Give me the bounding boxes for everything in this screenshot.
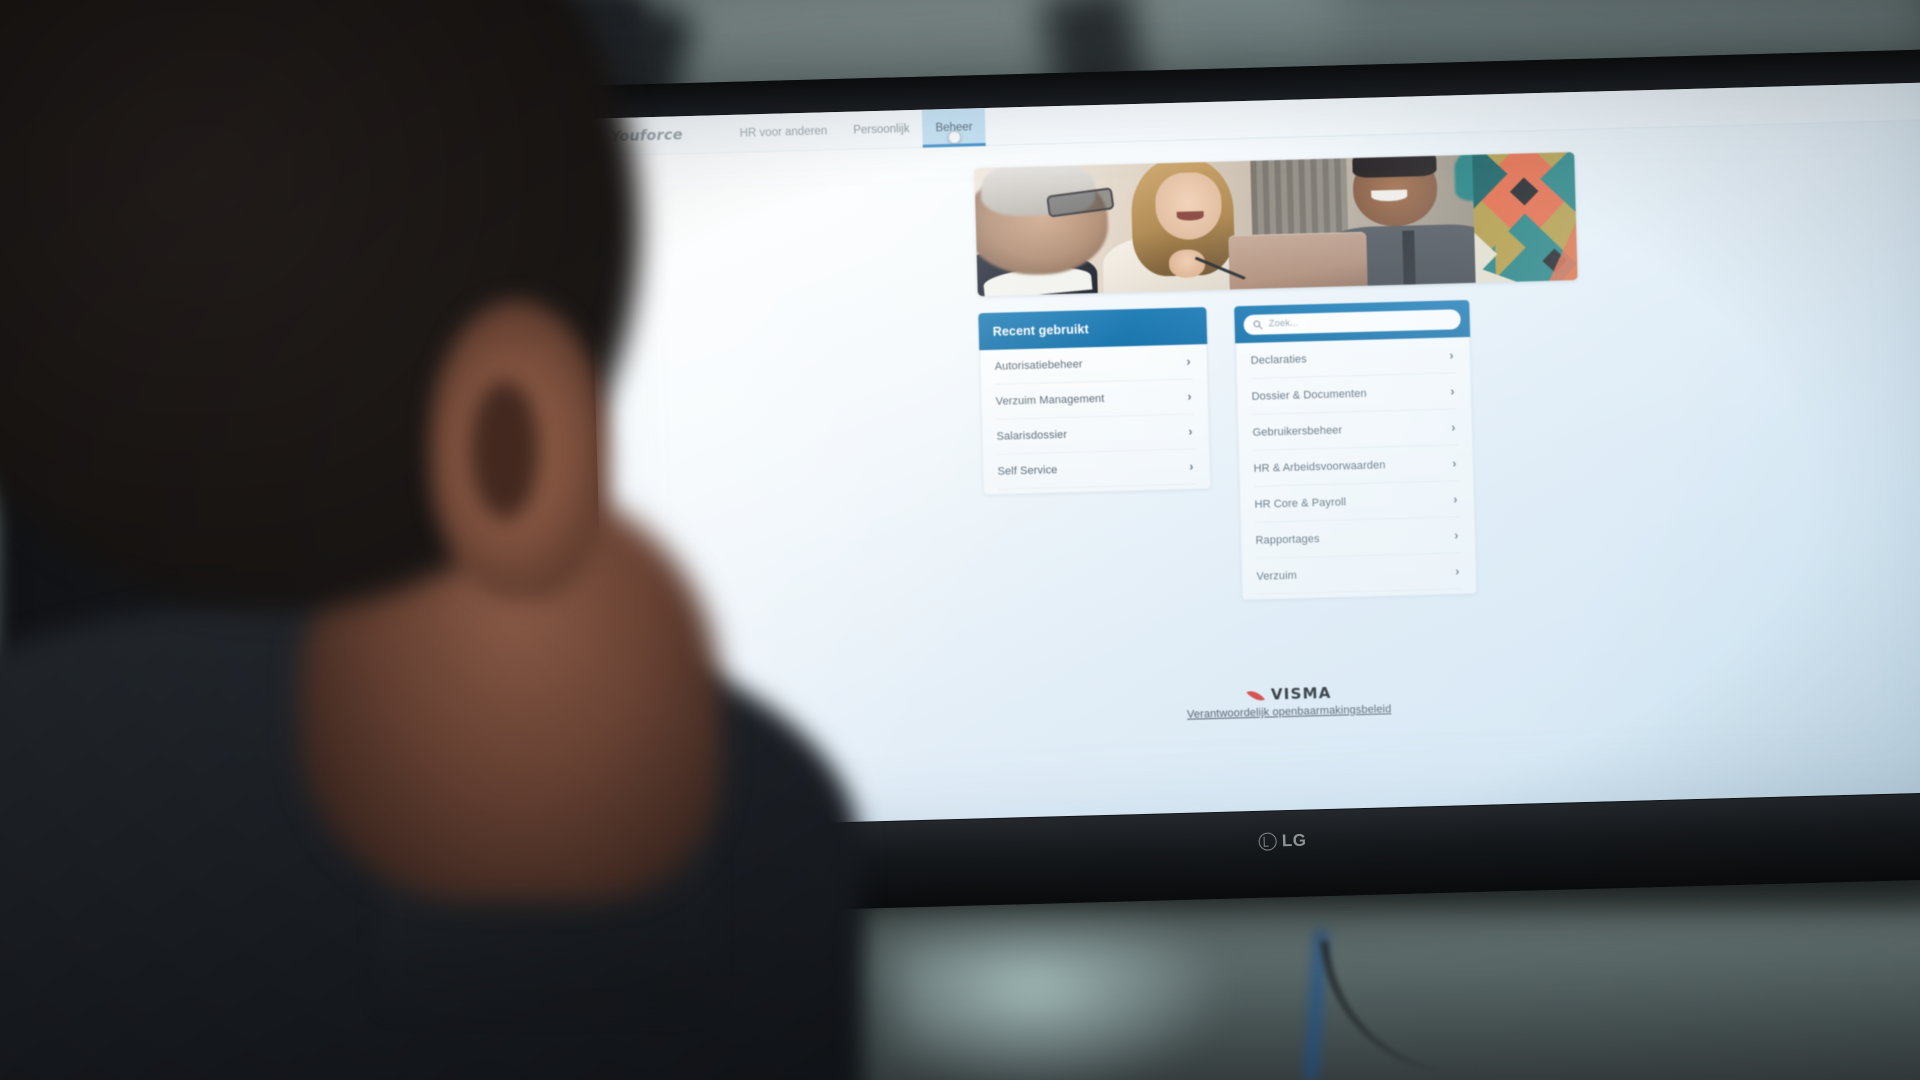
- list-item-label: HR & Arbeidsvoorwaarden: [1253, 458, 1386, 475]
- mouse-cursor: [947, 130, 961, 144]
- chevron-right-icon: ›: [1453, 491, 1458, 506]
- list-item[interactable]: Autorisatiebeheer ›: [994, 344, 1194, 385]
- modules-panel: Zoek... Declaraties › Dossier & Document…: [1234, 299, 1478, 601]
- nav-items: HR voor anderen Persoonlijk Beheer: [726, 107, 987, 152]
- background-light-spill: [900, 915, 1230, 1080]
- list-item-label: Rapportages: [1255, 532, 1320, 547]
- chevron-right-icon: ›: [1455, 563, 1460, 578]
- lg-wordmark: LG: [1281, 830, 1307, 851]
- list-item-label: Autorisatiebeheer: [994, 358, 1083, 373]
- list-item[interactable]: HR & Arbeidsvoorwaarden ›: [1253, 445, 1460, 487]
- modules-search-header: Zoek...: [1234, 299, 1471, 344]
- list-item[interactable]: Verzuim ›: [1256, 553, 1462, 595]
- chevron-right-icon: ›: [1189, 459, 1194, 474]
- chevron-right-icon: ›: [1188, 424, 1193, 439]
- chevron-right-icon: ›: [1187, 389, 1192, 404]
- list-item-label: Gebruikersbeheer: [1252, 423, 1343, 439]
- list-item[interactable]: Verzuim Management ›: [995, 379, 1195, 420]
- list-item-label: HR Core & Payroll: [1254, 495, 1347, 511]
- list-item[interactable]: HR Core & Payroll ›: [1254, 481, 1460, 523]
- list-item-label: Dossier & Documenten: [1251, 387, 1367, 403]
- recent-used-header: Recent gebruikt: [978, 307, 1208, 351]
- recent-used-list: Autorisatiebeheer › Verzuim Management ›…: [979, 344, 1212, 496]
- modules-list: Declaraties › Dossier & Documenten › Geb…: [1235, 336, 1478, 601]
- list-item[interactable]: Declaraties ›: [1250, 337, 1457, 379]
- nav-item-hr-voor-anderen[interactable]: HR voor anderen: [726, 111, 841, 152]
- hero-banner: [974, 152, 1578, 297]
- chevron-right-icon: ›: [1186, 354, 1191, 369]
- hero-laptop: [1228, 231, 1368, 297]
- chevron-right-icon: ›: [1454, 527, 1459, 542]
- lg-logo: LG: [1258, 830, 1307, 852]
- search-input[interactable]: Zoek...: [1243, 308, 1461, 335]
- nav-item-beheer[interactable]: Beheer: [921, 107, 987, 148]
- diamond-geometric-pattern-icon: [1472, 152, 1578, 283]
- chevron-right-icon: ›: [1451, 419, 1456, 434]
- visma-wordmark: VISMA: [1270, 683, 1332, 704]
- foreground-person-ear-inner: [470, 380, 540, 520]
- nav-item-persoonlijk[interactable]: Persoonlijk: [840, 109, 923, 149]
- list-item[interactable]: Rapportages ›: [1255, 517, 1461, 559]
- chevron-right-icon: ›: [1449, 347, 1454, 363]
- chevron-right-icon: ›: [1450, 383, 1455, 399]
- page-content: Recent gebruikt Autorisatiebeheer › Verz…: [589, 120, 1920, 736]
- list-item-label: Verzuim Management: [995, 392, 1105, 408]
- list-item[interactable]: Dossier & Documenten ›: [1251, 373, 1458, 415]
- page-footer: VISMA Verantwoordelijk openbaarmakingsbe…: [989, 677, 1590, 726]
- list-item-label: Declaraties: [1250, 352, 1307, 367]
- chevron-right-icon: ›: [1452, 455, 1457, 470]
- visma-logo: VISMA: [1246, 684, 1332, 704]
- search-icon: [1253, 319, 1263, 329]
- list-item[interactable]: Self Service ›: [997, 449, 1197, 490]
- list-item-label: Self Service: [997, 464, 1058, 478]
- visma-swoosh-icon: [1246, 689, 1266, 702]
- lg-circle-logo-icon: [1258, 832, 1278, 851]
- monitor-screen: Youforce HR voor anderen Persoonlijk Beh…: [587, 82, 1920, 829]
- list-item[interactable]: Gebruikersbeheer ›: [1252, 409, 1459, 451]
- list-item-label: Verzuim: [1256, 569, 1298, 583]
- search-placeholder: Zoek...: [1268, 317, 1299, 330]
- photo-scene: Youforce HR voor anderen Persoonlijk Beh…: [0, 0, 1920, 1080]
- panels-row: Recent gebruikt Autorisatiebeheer › Verz…: [978, 297, 1586, 607]
- list-item-label: Salarisdossier: [996, 428, 1068, 443]
- recent-used-panel: Recent gebruikt Autorisatiebeheer › Verz…: [978, 307, 1212, 496]
- list-item[interactable]: Salarisdossier ›: [996, 414, 1196, 455]
